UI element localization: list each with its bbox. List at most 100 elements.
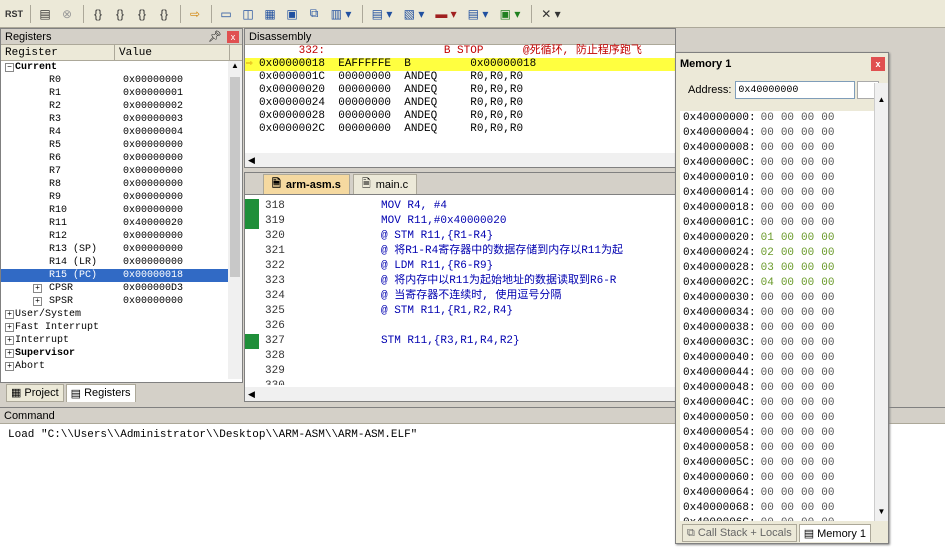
register-row[interactable]: R6 0x00000000 <box>1 152 242 165</box>
memory-byte[interactable]: 00 <box>801 307 814 319</box>
code-view[interactable]: 318 MOV R4, #4 319 MOV R11,#0x40000020 320 @ … <box>245 195 675 385</box>
register-row[interactable]: R15 (PC) 0x00000018 <box>1 269 242 282</box>
memory-byte[interactable]: 00 <box>761 442 774 454</box>
code-line[interactable]: 326 <box>245 319 675 334</box>
close-icon[interactable]: x <box>227 31 239 43</box>
column-value[interactable]: Value <box>115 45 230 60</box>
tab-registers[interactable]: ▤ Registers <box>65 383 136 402</box>
memory-byte[interactable]: 00 <box>801 427 814 439</box>
memory-byte[interactable]: 00 <box>821 232 834 244</box>
toolbox-icon[interactable]: ✕ ▾ <box>536 4 566 24</box>
tab-call-stack[interactable]: ⧉ Call Stack + Locals <box>682 524 797 542</box>
memory-byte[interactable]: 00 <box>801 382 814 394</box>
memory-byte[interactable]: 00 <box>821 427 834 439</box>
tab-project[interactable]: ▦ Project <box>6 383 64 402</box>
memory-byte[interactable]: 00 <box>801 127 814 139</box>
memory-byte[interactable]: 00 <box>821 247 834 259</box>
register-row[interactable]: R8 0x00000000 <box>1 178 242 191</box>
memory-byte[interactable]: 00 <box>761 367 774 379</box>
register-row[interactable]: + SPSR 0x00000000 <box>1 295 242 308</box>
memory-byte[interactable]: 00 <box>801 247 814 259</box>
register-row[interactable]: R11 0x40000020 <box>1 217 242 230</box>
memory-byte[interactable]: 00 <box>821 517 834 521</box>
memory-byte[interactable]: 00 <box>781 292 794 304</box>
code-line[interactable]: 318 MOV R4, #4 <box>245 199 675 214</box>
memory-byte[interactable]: 00 <box>781 232 794 244</box>
memory-row[interactable]: 0x40000054: 00 00 00 00 <box>680 426 874 441</box>
disassembly-row[interactable]: 0x0000002C 00000000 ANDEQ R0,R0,R0 <box>245 123 675 136</box>
step-out-icon[interactable]: {} <box>132 4 152 24</box>
register-row[interactable]: R0 0x00000000 <box>1 74 242 87</box>
scroll-up-icon[interactable]: ▲ <box>228 61 242 75</box>
memory-byte[interactable]: 00 <box>781 367 794 379</box>
memory-byte[interactable]: 00 <box>761 517 774 521</box>
code-line[interactable]: 327 STM R11,{R3,R1,R4,R2} <box>245 334 675 349</box>
memory-window-icon[interactable]: ▤ ▾ <box>367 4 397 24</box>
memory-row[interactable]: 0x40000018: 00 00 00 00 <box>680 201 874 216</box>
memory-byte[interactable]: 00 <box>801 487 814 499</box>
memory-byte[interactable]: 00 <box>781 127 794 139</box>
memory-byte[interactable]: 00 <box>801 502 814 514</box>
memory-row[interactable]: 0x40000050: 00 00 00 00 <box>680 411 874 426</box>
memory-byte[interactable]: 00 <box>821 292 834 304</box>
memory-title-bar[interactable]: Memory 1 x <box>676 53 888 75</box>
memory-byte[interactable]: 00 <box>821 217 834 229</box>
disassembly-row[interactable]: 0x00000020 00000000 ANDEQ R0,R0,R0 <box>245 84 675 97</box>
memory-byte[interactable]: 00 <box>821 382 834 394</box>
memory-byte[interactable]: 00 <box>781 337 794 349</box>
memory-byte[interactable]: 00 <box>781 172 794 184</box>
expand-icon[interactable]: − <box>5 63 14 72</box>
code-line[interactable]: 328 <box>245 349 675 364</box>
watch-window-icon[interactable]: ▥ ▾ <box>326 4 356 24</box>
code-line[interactable]: 323 @ 将内存中以R11为起始地址的数据读取到R6-R <box>245 274 675 289</box>
memory-byte[interactable]: 00 <box>821 187 834 199</box>
memory-byte[interactable]: 00 <box>801 337 814 349</box>
memory-byte[interactable]: 00 <box>781 187 794 199</box>
register-row[interactable]: R1 0x00000001 <box>1 87 242 100</box>
memory-byte[interactable]: 00 <box>801 142 814 154</box>
memory-byte[interactable]: 00 <box>801 172 814 184</box>
memory-byte[interactable]: 00 <box>781 307 794 319</box>
memory-byte[interactable]: 00 <box>761 337 774 349</box>
stop-icon[interactable]: ⊗ <box>57 4 77 24</box>
memory-byte[interactable]: 00 <box>821 172 834 184</box>
memory-byte[interactable]: 00 <box>761 307 774 319</box>
code-line[interactable]: 325 @ STM R11,{R1,R2,R4} <box>245 304 675 319</box>
memory-byte[interactable]: 00 <box>781 112 794 124</box>
system-viewer-icon[interactable]: ▣ ▾ <box>495 4 525 24</box>
expand-icon[interactable]: + <box>33 297 42 306</box>
register-row[interactable]: R7 0x00000000 <box>1 165 242 178</box>
scroll-thumb[interactable] <box>230 77 240 277</box>
memory-byte[interactable]: 00 <box>821 157 834 169</box>
expand-icon[interactable]: + <box>5 349 14 358</box>
register-row[interactable]: + User/System <box>1 308 242 321</box>
pin-icon[interactable]: 📌︎ <box>208 29 222 45</box>
memory-byte[interactable]: 00 <box>801 457 814 469</box>
memory-row[interactable]: 0x40000060: 00 00 00 00 <box>680 471 874 486</box>
registers-window-icon[interactable]: ▤ <box>35 4 55 24</box>
show-next-statement-icon[interactable]: ⇨ <box>185 4 205 24</box>
analysis-window-icon[interactable]: ▬ ▾ <box>431 4 461 24</box>
memory-byte[interactable]: 00 <box>761 457 774 469</box>
memory-byte[interactable]: 00 <box>761 142 774 154</box>
disassembly-hscroll[interactable]: ◀ <box>245 153 675 167</box>
memory-row[interactable]: 0x40000010: 00 00 00 00 <box>680 171 874 186</box>
register-row[interactable]: R10 0x00000000 <box>1 204 242 217</box>
memory-byte[interactable]: 00 <box>801 112 814 124</box>
memory-byte[interactable]: 00 <box>801 202 814 214</box>
memory-byte[interactable]: 00 <box>761 352 774 364</box>
memory-byte[interactable]: 00 <box>761 472 774 484</box>
memory-row[interactable]: 0x40000030: 00 00 00 00 <box>680 291 874 306</box>
disassembly-row[interactable]: ⇨ 0x00000018 EAFFFFFE B 0x00000018 <box>245 58 675 71</box>
memory-row[interactable]: 0x4000001C: 00 00 00 00 <box>680 216 874 231</box>
memory-byte[interactable]: 00 <box>821 337 834 349</box>
memory-row[interactable]: 0x40000004: 00 00 00 00 <box>680 126 874 141</box>
memory-byte[interactable]: 00 <box>801 397 814 409</box>
command-window-icon[interactable]: ▭ <box>216 4 236 24</box>
memory-byte[interactable]: 00 <box>761 412 774 424</box>
register-row[interactable]: R12 0x00000000 <box>1 230 242 243</box>
expand-icon[interactable]: + <box>33 284 42 293</box>
symbols-window-icon[interactable]: ▦ <box>260 4 280 24</box>
source-line[interactable]: 332: B STOP @死循环, 防止程序跑飞 <box>245 45 675 58</box>
memory-byte[interactable]: 00 <box>821 472 834 484</box>
